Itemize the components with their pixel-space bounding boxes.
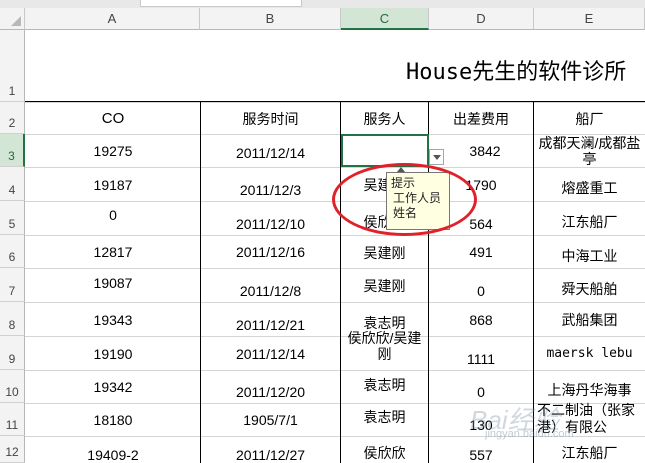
cell-date[interactable]: 2011/12/27 bbox=[201, 437, 340, 463]
cell-co[interactable]: 19087 bbox=[26, 269, 200, 302]
cell-date[interactable]: 2011/12/14 bbox=[201, 337, 340, 370]
header-service-time[interactable]: 服务时间 bbox=[201, 103, 340, 134]
sheet-tab-edge bbox=[140, 0, 302, 7]
row-header-5[interactable]: 5 bbox=[0, 201, 25, 235]
cell-person[interactable]: 侯欣欣/吴建刚 bbox=[341, 330, 428, 370]
cell-fee[interactable]: 1111 bbox=[429, 337, 533, 370]
table-top-border bbox=[25, 101, 645, 102]
cell-fee[interactable]: 0 bbox=[429, 371, 533, 403]
header-travel-cost[interactable]: 出差费用 bbox=[429, 103, 533, 134]
row-header-1[interactable]: 1 bbox=[0, 30, 25, 102]
cell-person[interactable]: 侯欣欣 bbox=[341, 437, 428, 463]
highlight-circle bbox=[332, 163, 477, 236]
select-all-button[interactable] bbox=[0, 8, 25, 30]
cell-date[interactable]: 2011/12/3 bbox=[201, 168, 340, 201]
cell-co[interactable]: 18180 bbox=[26, 404, 200, 436]
cell-date[interactable]: 2011/12/10 bbox=[201, 202, 340, 235]
row-header-9[interactable]: 9 bbox=[0, 336, 25, 370]
cell-co[interactable]: 19187 bbox=[26, 168, 200, 201]
cell-yard[interactable]: 江东船厂 bbox=[534, 437, 645, 463]
row-header-12[interactable]: 12 bbox=[0, 436, 25, 463]
column-header-c[interactable]: C bbox=[341, 8, 429, 30]
sheet-title[interactable]: House先生的软件诊所 bbox=[406, 54, 626, 86]
cell-person[interactable]: 袁志明 bbox=[341, 371, 428, 403]
row-header-11[interactable]: 11 bbox=[0, 403, 25, 436]
cell-fee[interactable]: 868 bbox=[429, 303, 533, 336]
header-co[interactable]: CO bbox=[26, 103, 200, 134]
top-window-strip bbox=[0, 0, 645, 8]
cell-co[interactable]: 19343 bbox=[26, 303, 200, 336]
active-cell-c3[interactable] bbox=[341, 134, 429, 167]
cell-yard[interactable]: maersk lebu bbox=[534, 337, 645, 370]
cell-yard[interactable]: 江东船厂 bbox=[534, 202, 645, 235]
row-header-7[interactable]: 7 bbox=[0, 268, 25, 302]
cell-yard[interactable]: 熔盛重工 bbox=[534, 168, 645, 201]
cell-date[interactable]: 1905/7/1 bbox=[201, 404, 340, 436]
cell-co[interactable]: 19342 bbox=[26, 371, 200, 403]
cell-co[interactable]: 0 bbox=[26, 202, 200, 235]
cell-fee[interactable]: 557 bbox=[429, 437, 533, 463]
cell-person[interactable]: 吴建刚 bbox=[341, 269, 428, 302]
cell-person[interactable]: 吴建刚 bbox=[341, 236, 428, 268]
cell-date[interactable]: 2011/12/16 bbox=[201, 236, 340, 268]
cell-fee[interactable]: 3842 bbox=[429, 135, 533, 167]
cell-co[interactable]: 19275 bbox=[26, 135, 200, 167]
row-header-10[interactable]: 10 bbox=[0, 370, 25, 403]
cell-fee[interactable]: 0 bbox=[429, 269, 533, 302]
cell-yard[interactable]: 中海工业 bbox=[534, 236, 645, 268]
cell-co[interactable]: 19409-2 bbox=[26, 437, 200, 463]
cell-fee[interactable]: 491 bbox=[429, 236, 533, 268]
cell-co[interactable]: 12817 bbox=[26, 236, 200, 268]
cell-person[interactable]: 袁志明 bbox=[341, 404, 428, 436]
cell-yard[interactable]: 成都天澜/成都盐亭 bbox=[534, 134, 645, 168]
chevron-down-icon bbox=[432, 154, 441, 160]
select-all-triangle-icon bbox=[11, 16, 21, 26]
cell-date[interactable]: 2011/12/21 bbox=[201, 303, 340, 336]
row-header-3[interactable]: 3 bbox=[0, 134, 25, 167]
cell-yard[interactable]: 上海丹华海事 bbox=[534, 371, 645, 403]
header-server[interactable]: 服务人 bbox=[341, 103, 428, 134]
watermark-url: jingyan.baidu.com bbox=[485, 428, 574, 440]
column-header-a[interactable]: A bbox=[25, 8, 200, 30]
column-header-d[interactable]: D bbox=[429, 8, 534, 30]
row-header-2[interactable]: 2 bbox=[0, 102, 25, 134]
cell-date[interactable]: 2011/12/14 bbox=[201, 135, 340, 167]
header-shipyard[interactable]: 船厂 bbox=[534, 103, 645, 134]
column-header-b[interactable]: B bbox=[200, 8, 341, 30]
dropdown-button[interactable] bbox=[429, 149, 444, 165]
cell-co[interactable]: 19190 bbox=[26, 337, 200, 370]
cell-date[interactable]: 2011/12/8 bbox=[201, 269, 340, 302]
column-header-e[interactable]: E bbox=[534, 8, 645, 30]
row-header-8[interactable]: 8 bbox=[0, 302, 25, 336]
row-header-6[interactable]: 6 bbox=[0, 235, 25, 268]
cell-date[interactable]: 2011/12/20 bbox=[201, 371, 340, 403]
cell-yard[interactable]: 武船集团 bbox=[534, 303, 645, 336]
row-header-4[interactable]: 4 bbox=[0, 167, 25, 201]
cell-yard[interactable]: 舜天船舶 bbox=[534, 269, 645, 302]
